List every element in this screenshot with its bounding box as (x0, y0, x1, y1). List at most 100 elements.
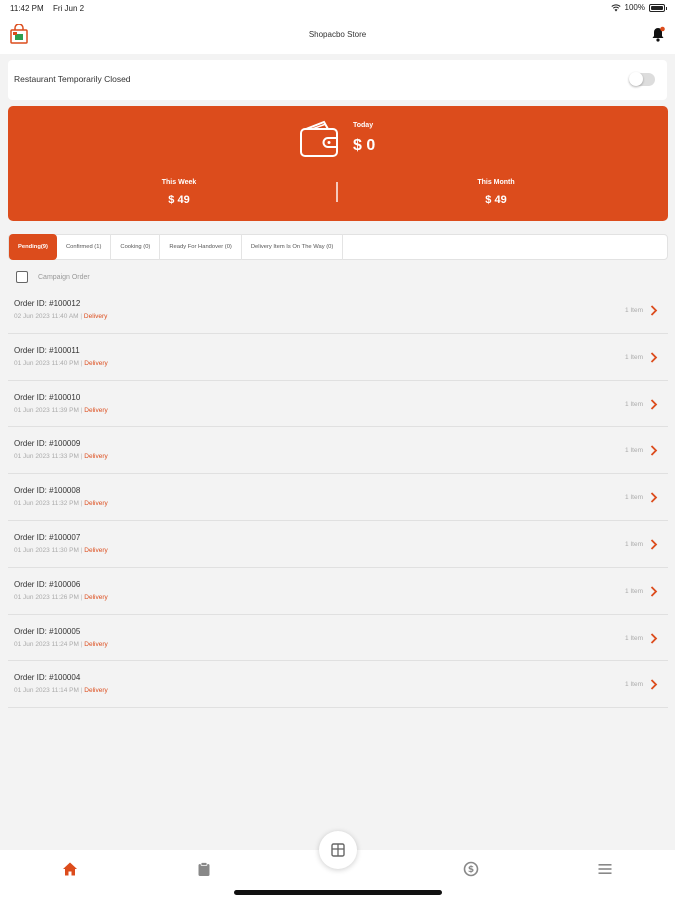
order-id: Order ID: #100005 (14, 626, 81, 636)
page-title: Shopacbo Store (308, 30, 367, 39)
order-row[interactable]: Order ID: #100008 01 Jun 2023 11:32 PM |… (8, 474, 668, 521)
order-list: Order ID: #100012 02 Jun 2023 11:40 AM |… (8, 287, 668, 709)
chevron-right-icon[interactable] (650, 492, 658, 503)
order-meta: 01 Jun 2023 11:40 PM | Delivery (14, 360, 108, 367)
meta-separator: | (80, 640, 83, 648)
order-id: Order ID: #100010 (14, 392, 81, 402)
order-row[interactable]: Order ID: #100006 01 Jun 2023 11:26 PM |… (8, 568, 668, 615)
order-item-count: 1 Item (624, 540, 643, 548)
order-id: Order ID: #100009 (14, 439, 81, 449)
order-row[interactable]: Order ID: #100011 01 Jun 2023 11:40 PM |… (8, 334, 668, 381)
order-row[interactable]: Order ID: #100004 01 Jun 2023 11:14 PM |… (8, 661, 668, 709)
pos-icon (331, 843, 345, 857)
order-meta: 01 Jun 2023 11:24 PM | Delivery (14, 641, 108, 648)
campaign-order-checkbox[interactable] (16, 271, 28, 283)
earnings-divider (336, 182, 338, 202)
meta-separator: | (80, 687, 83, 695)
today-label: Today (353, 122, 374, 129)
pos-button[interactable] (319, 831, 357, 869)
order-item-count: 1 Item (624, 400, 643, 408)
meta-separator: | (80, 593, 83, 601)
order-item-count: 1 Item (624, 353, 643, 361)
menu-icon[interactable] (597, 861, 613, 877)
order-item-count: 1 Item (624, 447, 643, 455)
wifi-icon (610, 3, 621, 11)
this-week-earnings: $ 49 (168, 194, 190, 206)
notification-bell-icon[interactable] (651, 26, 665, 42)
order-row[interactable]: Order ID: #100009 01 Jun 2023 11:33 PM |… (8, 427, 668, 475)
order-row[interactable]: Order ID: #100012 02 Jun 2023 11:40 AM |… (8, 287, 668, 334)
today-earnings: $ 0 (353, 137, 376, 154)
order-meta: 01 Jun 2023 11:30 PM | Delivery (14, 547, 108, 554)
order-time: 01 Jun 2023 11:40 PM (14, 359, 79, 367)
order-time: 02 Jun 2023 11:40 AM (14, 313, 79, 320)
chevron-right-icon[interactable] (650, 679, 658, 691)
order-meta: 01 Jun 2023 11:14 PM | Delivery (14, 687, 108, 694)
order-item-count: 1 Item (624, 494, 643, 502)
order-type: Delivery (84, 500, 108, 508)
order-row[interactable]: Order ID: #100005 01 Jun 2023 11:24 PM |… (8, 615, 668, 662)
order-item-count: 1 Item (624, 681, 643, 689)
chevron-right-icon[interactable] (650, 398, 658, 410)
meta-separator: | (80, 453, 83, 461)
tab-pending[interactable]: Pending(9) (9, 234, 57, 260)
campaign-order-label: Campaign Order (38, 273, 90, 281)
this-month-earnings: $ 49 (485, 194, 507, 206)
chevron-right-icon[interactable] (650, 539, 658, 550)
order-meta: 02 Jun 2023 11:40 AM | Delivery (14, 313, 107, 320)
status-bar: 11:42 PM Fri Jun 2 100% (0, 0, 675, 18)
order-id: Order ID: #100012 (14, 299, 81, 308)
order-meta: 01 Jun 2023 11:26 PM | Delivery (14, 594, 108, 601)
chevron-right-icon[interactable] (650, 445, 658, 457)
status-date: Fri Jun 2 (53, 4, 85, 13)
home-indicator (234, 890, 442, 895)
order-type: Delivery (84, 359, 108, 367)
status-time: 11:42 PM (10, 4, 44, 13)
order-type: Delivery (83, 313, 108, 320)
dollar-icon[interactable]: $ (463, 861, 479, 877)
order-type: Delivery (84, 593, 108, 601)
this-week-label: This Week (161, 179, 197, 186)
tab-ready-for-handover[interactable]: Ready For Handover (0) (160, 234, 242, 260)
order-time: 01 Jun 2023 11:32 PM (14, 500, 79, 508)
order-type: Delivery (84, 546, 108, 554)
earnings-card: Today $ 0 This Week $ 49 This Month $ 49 (8, 106, 668, 221)
campaign-order-filter: Campaign Order (16, 270, 90, 284)
meta-separator: | (80, 313, 83, 320)
order-time: 01 Jun 2023 11:30 PM (14, 546, 79, 554)
order-time: 01 Jun 2023 11:14 PM (14, 687, 79, 695)
temporarily-closed-row: Restaurant Temporarily Closed (8, 60, 667, 100)
order-meta: 01 Jun 2023 11:33 PM | Delivery (14, 453, 108, 460)
order-item-count: 1 Item (624, 634, 643, 642)
order-type: Delivery (84, 640, 108, 648)
tab-confirmed[interactable]: Confirmed (1) (57, 234, 112, 260)
order-row[interactable]: Order ID: #100007 01 Jun 2023 11:30 PM |… (8, 521, 668, 568)
order-row[interactable]: Order ID: #100010 01 Jun 2023 11:39 PM |… (8, 381, 668, 428)
order-status-tabs: Pending(9) Confirmed (1) Cooking (0) Rea… (8, 234, 668, 260)
tab-cooking[interactable]: Cooking (0) (111, 234, 161, 260)
battery-icon (649, 3, 667, 12)
order-time: 01 Jun 2023 11:24 PM (14, 640, 79, 648)
chevron-right-icon[interactable] (650, 305, 658, 316)
tab-on-the-way[interactable]: Delivery Item Is On The Way (0) (242, 234, 344, 260)
order-id: Order ID: #100004 (14, 673, 81, 683)
battery-percent: 100% (624, 3, 645, 12)
order-item-count: 1 Item (624, 307, 643, 314)
order-meta: 01 Jun 2023 11:39 PM | Delivery (14, 407, 108, 414)
chevron-right-icon[interactable] (650, 586, 658, 597)
clipboard-icon[interactable] (196, 861, 212, 877)
app-header: Shopacbo Store (0, 18, 675, 54)
chevron-right-icon[interactable] (650, 352, 658, 363)
temporarily-closed-toggle[interactable] (629, 72, 655, 86)
temporarily-closed-label: Restaurant Temporarily Closed (14, 74, 131, 84)
order-type: Delivery (84, 453, 108, 461)
order-id: Order ID: #100011 (14, 345, 80, 355)
order-type: Delivery (84, 687, 108, 695)
home-icon[interactable] (62, 861, 78, 877)
meta-separator: | (80, 546, 83, 554)
order-meta: 01 Jun 2023 11:32 PM | Delivery (14, 500, 108, 507)
order-id: Order ID: #100007 (14, 532, 81, 542)
meta-separator: | (80, 500, 83, 508)
chevron-right-icon[interactable] (650, 632, 658, 644)
status-indicators: 100% (610, 3, 667, 12)
